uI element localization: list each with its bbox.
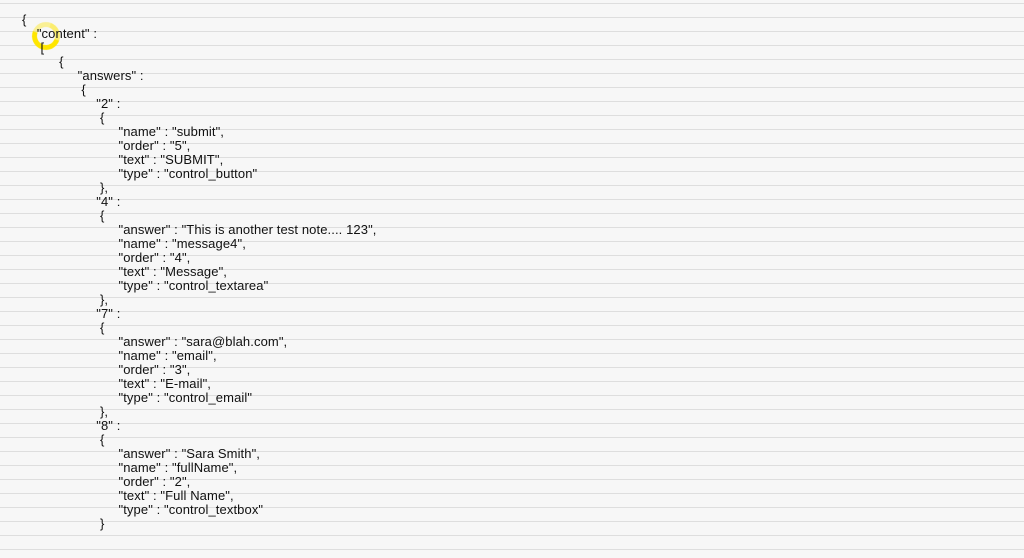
lined-paper-background: { "content" : [ { "answers" : { "2" : { … [0,0,1024,558]
json-content: { "content" : [ { "answers" : { "2" : { … [22,13,1018,531]
